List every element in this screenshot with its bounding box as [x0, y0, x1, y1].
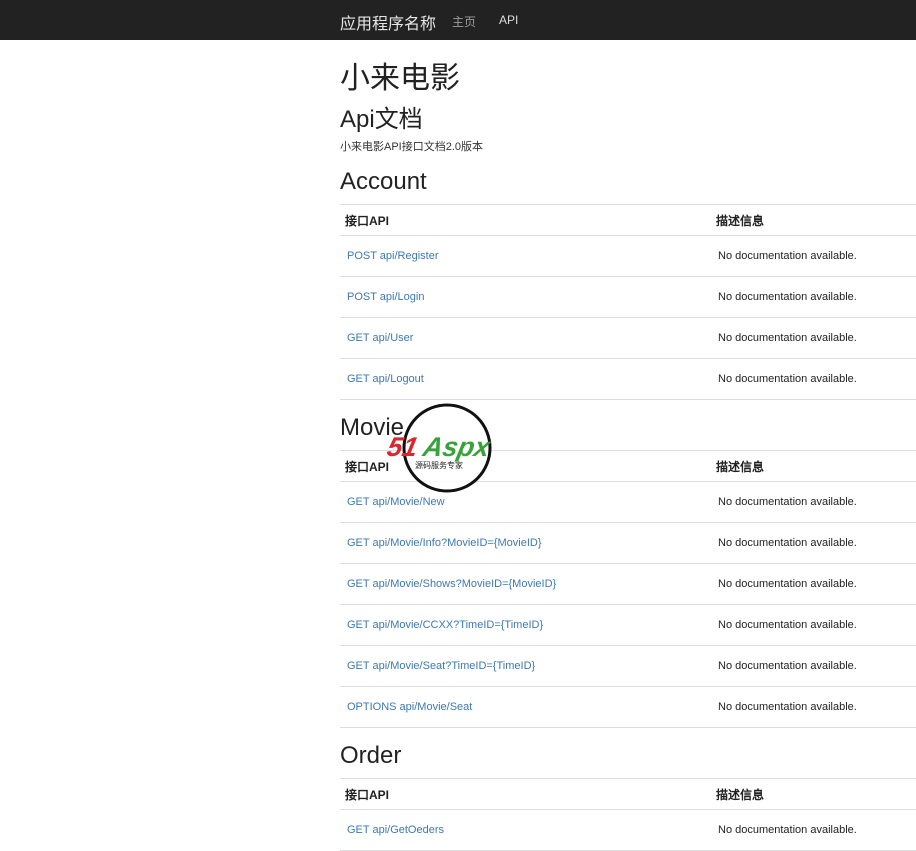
- table-row: POST api/Login No documentation availabl…: [340, 276, 916, 318]
- column-header-api: 接口API: [340, 204, 709, 236]
- watermark-logo-text-suffix: Aspx: [419, 431, 494, 462]
- watermark-logo: 51 Aspx 源码服务专家: [387, 403, 495, 493]
- table-row: GET api/Movie/Info?MovieID={MovieID} No …: [340, 522, 916, 564]
- app-brand-link[interactable]: 应用程序名称: [340, 10, 436, 34]
- nav-link-home[interactable]: 主页: [452, 13, 476, 30]
- api-link-get-orders[interactable]: GET api/GetOeders: [347, 824, 444, 836]
- api-description: No documentation available.: [709, 645, 916, 687]
- section-title-order: Order: [340, 742, 402, 769]
- api-link-user[interactable]: GET api/User: [347, 332, 413, 344]
- section-order: Order 接口API 描述信息 GET api/GetOeders No do…: [340, 741, 916, 851]
- api-description: No documentation available.: [709, 809, 916, 851]
- column-header-api: 接口API: [340, 778, 709, 810]
- api-table-account: 接口API 描述信息 POST api/Register No document…: [340, 204, 916, 400]
- top-navbar: 应用程序名称 主页 API: [0, 0, 916, 40]
- table-row: GET api/Movie/Seat?TimeID={TimeID} No do…: [340, 645, 916, 687]
- api-link-login[interactable]: POST api/Login: [347, 291, 424, 303]
- table-row: OPTIONS api/Movie/Seat No documentation …: [340, 686, 916, 728]
- api-description: No documentation available.: [709, 276, 916, 318]
- table-row: GET api/Logout No documentation availabl…: [340, 358, 916, 400]
- api-link-register[interactable]: POST api/Register: [347, 250, 439, 262]
- api-link-movie-shows[interactable]: GET api/Movie/Shows?MovieID={MovieID}: [347, 578, 556, 590]
- page-title: 小来电影: [340, 62, 460, 95]
- section-account: Account 接口API 描述信息 POST api/Register No …: [340, 167, 916, 400]
- watermark-tagline: 源码服务专家: [415, 460, 463, 470]
- table-header-row: 接口API 描述信息: [340, 204, 916, 236]
- api-link-movie-seat-get[interactable]: GET api/Movie/Seat?TimeID={TimeID}: [347, 660, 535, 672]
- api-description: No documentation available.: [709, 235, 916, 277]
- table-row: GET api/User No documentation available.: [340, 317, 916, 359]
- api-description: No documentation available.: [709, 604, 916, 646]
- table-row: GET api/Movie/Shows?MovieID={MovieID} No…: [340, 563, 916, 605]
- api-link-movie-ccxx[interactable]: GET api/Movie/CCXX?TimeID={TimeID}: [347, 619, 543, 631]
- table-row: POST api/Register No documentation avail…: [340, 235, 916, 277]
- api-link-logout[interactable]: GET api/Logout: [347, 373, 424, 385]
- api-link-movie-new[interactable]: GET api/Movie/New: [347, 496, 445, 508]
- api-link-movie-seat-options[interactable]: OPTIONS api/Movie/Seat: [347, 701, 472, 713]
- page-subtitle: Api文档: [340, 106, 423, 133]
- nav-link-api[interactable]: API: [499, 13, 518, 27]
- column-header-description: 描述信息: [709, 450, 916, 482]
- api-description: No documentation available.: [709, 563, 916, 605]
- api-description: No documentation available.: [709, 686, 916, 728]
- page-description: 小来电影API接口文档2.0版本: [340, 141, 484, 153]
- column-header-description: 描述信息: [709, 204, 916, 236]
- table-row: GET api/Movie/CCXX?TimeID={TimeID} No do…: [340, 604, 916, 646]
- api-description: No documentation available.: [709, 522, 916, 564]
- api-description: No documentation available.: [709, 358, 916, 400]
- table-row: GET api/GetOeders No documentation avail…: [340, 809, 916, 851]
- api-link-movie-info[interactable]: GET api/Movie/Info?MovieID={MovieID}: [347, 537, 542, 549]
- column-header-description: 描述信息: [709, 778, 916, 810]
- table-header-row: 接口API 描述信息: [340, 778, 916, 810]
- api-table-order: 接口API 描述信息 GET api/GetOeders No document…: [340, 778, 916, 851]
- api-description: No documentation available.: [709, 317, 916, 359]
- api-description: No documentation available.: [709, 481, 916, 523]
- section-title-account: Account: [340, 168, 427, 195]
